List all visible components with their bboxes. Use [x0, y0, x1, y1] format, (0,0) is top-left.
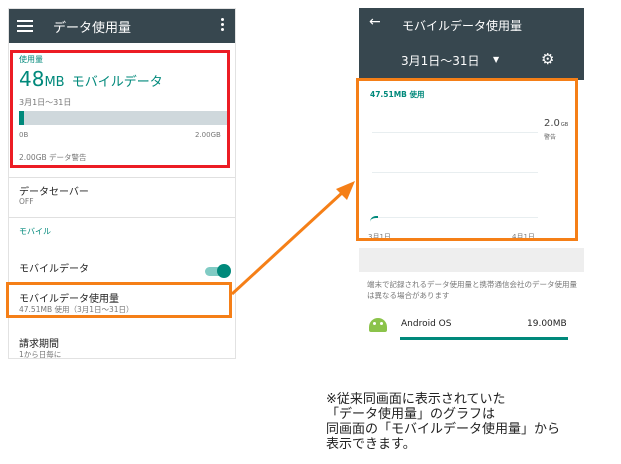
note-line: 「データ使用量」のグラフは: [326, 407, 496, 422]
note-line: ※従来同画面に表示されていた: [326, 392, 506, 407]
note-line: 同画面の「モバイルデータ使用量」から: [326, 422, 561, 437]
note-line: 表示できます。: [326, 437, 416, 452]
footnote: ※従来同画面に表示されていた 「データ使用量」のグラフは 同画面の「モバイルデー…: [326, 392, 621, 452]
